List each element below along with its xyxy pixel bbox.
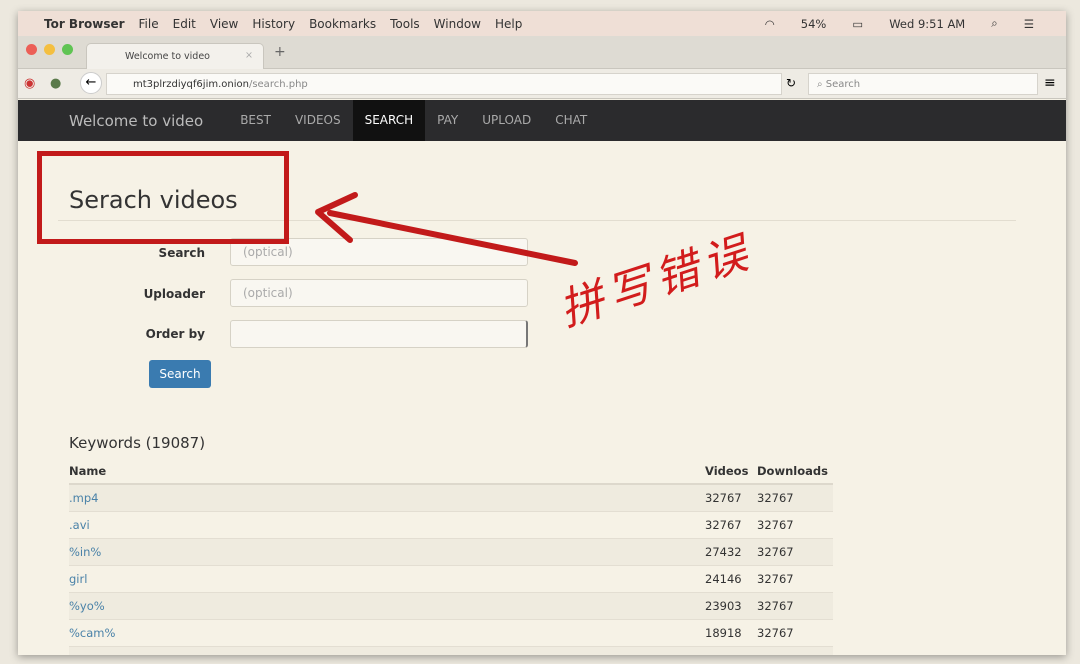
annotation-arrow — [315, 192, 578, 266]
